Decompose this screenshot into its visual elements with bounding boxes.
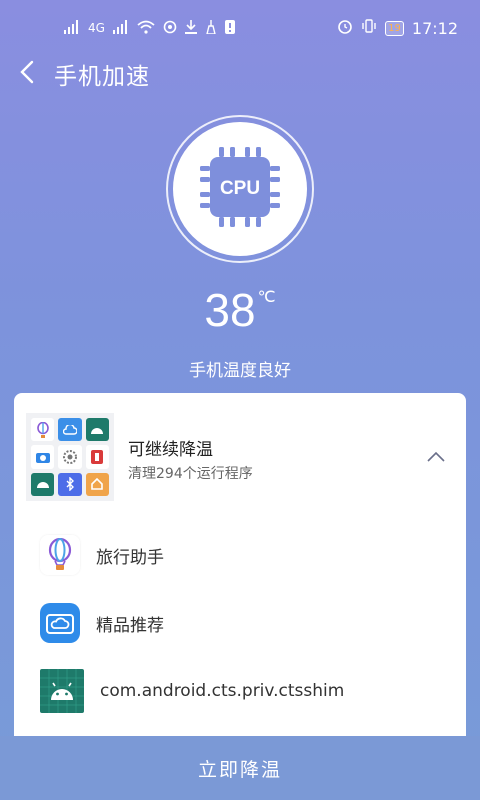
signal-icon	[64, 19, 80, 37]
app-name: 精品推荐	[96, 615, 164, 636]
collapse-button[interactable]	[422, 443, 450, 471]
android-mini-icon-2	[31, 472, 55, 496]
app-name: 旅行助手	[96, 547, 164, 568]
bluetooth-mini-icon	[58, 472, 82, 496]
page-title: 手机加速	[54, 64, 150, 90]
gear-mini-icon	[58, 445, 82, 469]
alert-icon	[224, 19, 235, 37]
signal-icon-2	[112, 19, 129, 37]
status-right: 19 17:12	[337, 18, 458, 38]
balloon-mini-icon	[31, 418, 55, 442]
temperature-unit: ℃	[257, 289, 276, 306]
wifi-icon	[137, 20, 155, 37]
card-header[interactable]: 可继续降温 清理294个运行程序	[26, 413, 466, 501]
cloud-folder-icon	[40, 603, 80, 643]
cpu-ring: CPU	[166, 115, 314, 263]
download-icon	[184, 19, 197, 37]
list-item[interactable]: 精品推荐	[40, 601, 164, 645]
card-subtitle: 清理294个运行程序	[128, 466, 253, 482]
cooling-card: 可继续降温 清理294个运行程序 旅行助手 精品推荐 com.android.c…	[14, 393, 466, 753]
temperature-display: 38 ℃	[0, 283, 480, 337]
home-mini-icon	[85, 472, 109, 496]
cpu-circle: CPU	[173, 122, 307, 256]
camera-mini-icon	[31, 445, 55, 469]
android-icon	[40, 669, 84, 713]
chevron-left-icon	[20, 60, 34, 88]
status-left: 4G	[64, 19, 235, 37]
battery-indicator: 19	[385, 20, 404, 36]
network-type: 4G	[88, 21, 105, 35]
app-name: com.android.cts.priv.ctsshim	[100, 681, 345, 701]
apps-thumbnail-grid	[26, 413, 114, 501]
broom-icon	[205, 19, 217, 37]
alarm-icon	[337, 18, 353, 38]
android-mini-icon	[85, 418, 109, 442]
cpu-label: CPU	[220, 178, 260, 199]
cpu-icon: CPU	[197, 144, 283, 234]
temperature-value: 38	[204, 284, 256, 336]
list-item[interactable]: 旅行助手	[40, 533, 164, 577]
balloon-icon	[40, 535, 80, 575]
list-item[interactable]: com.android.cts.priv.ctsshim	[40, 669, 344, 713]
sync-icon	[163, 20, 177, 37]
vibrate-icon	[361, 18, 377, 38]
cloud-mini-icon	[58, 418, 82, 442]
app-bar: 手机加速	[0, 52, 480, 96]
chevron-up-icon	[426, 448, 446, 467]
card-title: 可继续降温	[128, 440, 213, 460]
status-bar: 4G 19 17:12	[0, 0, 480, 56]
red-app-mini-icon	[85, 445, 109, 469]
cool-down-button[interactable]: 立即降温	[0, 736, 480, 800]
temperature-status: 手机温度良好	[189, 361, 291, 381]
back-button[interactable]	[0, 52, 54, 96]
clock: 17:12	[411, 18, 458, 38]
